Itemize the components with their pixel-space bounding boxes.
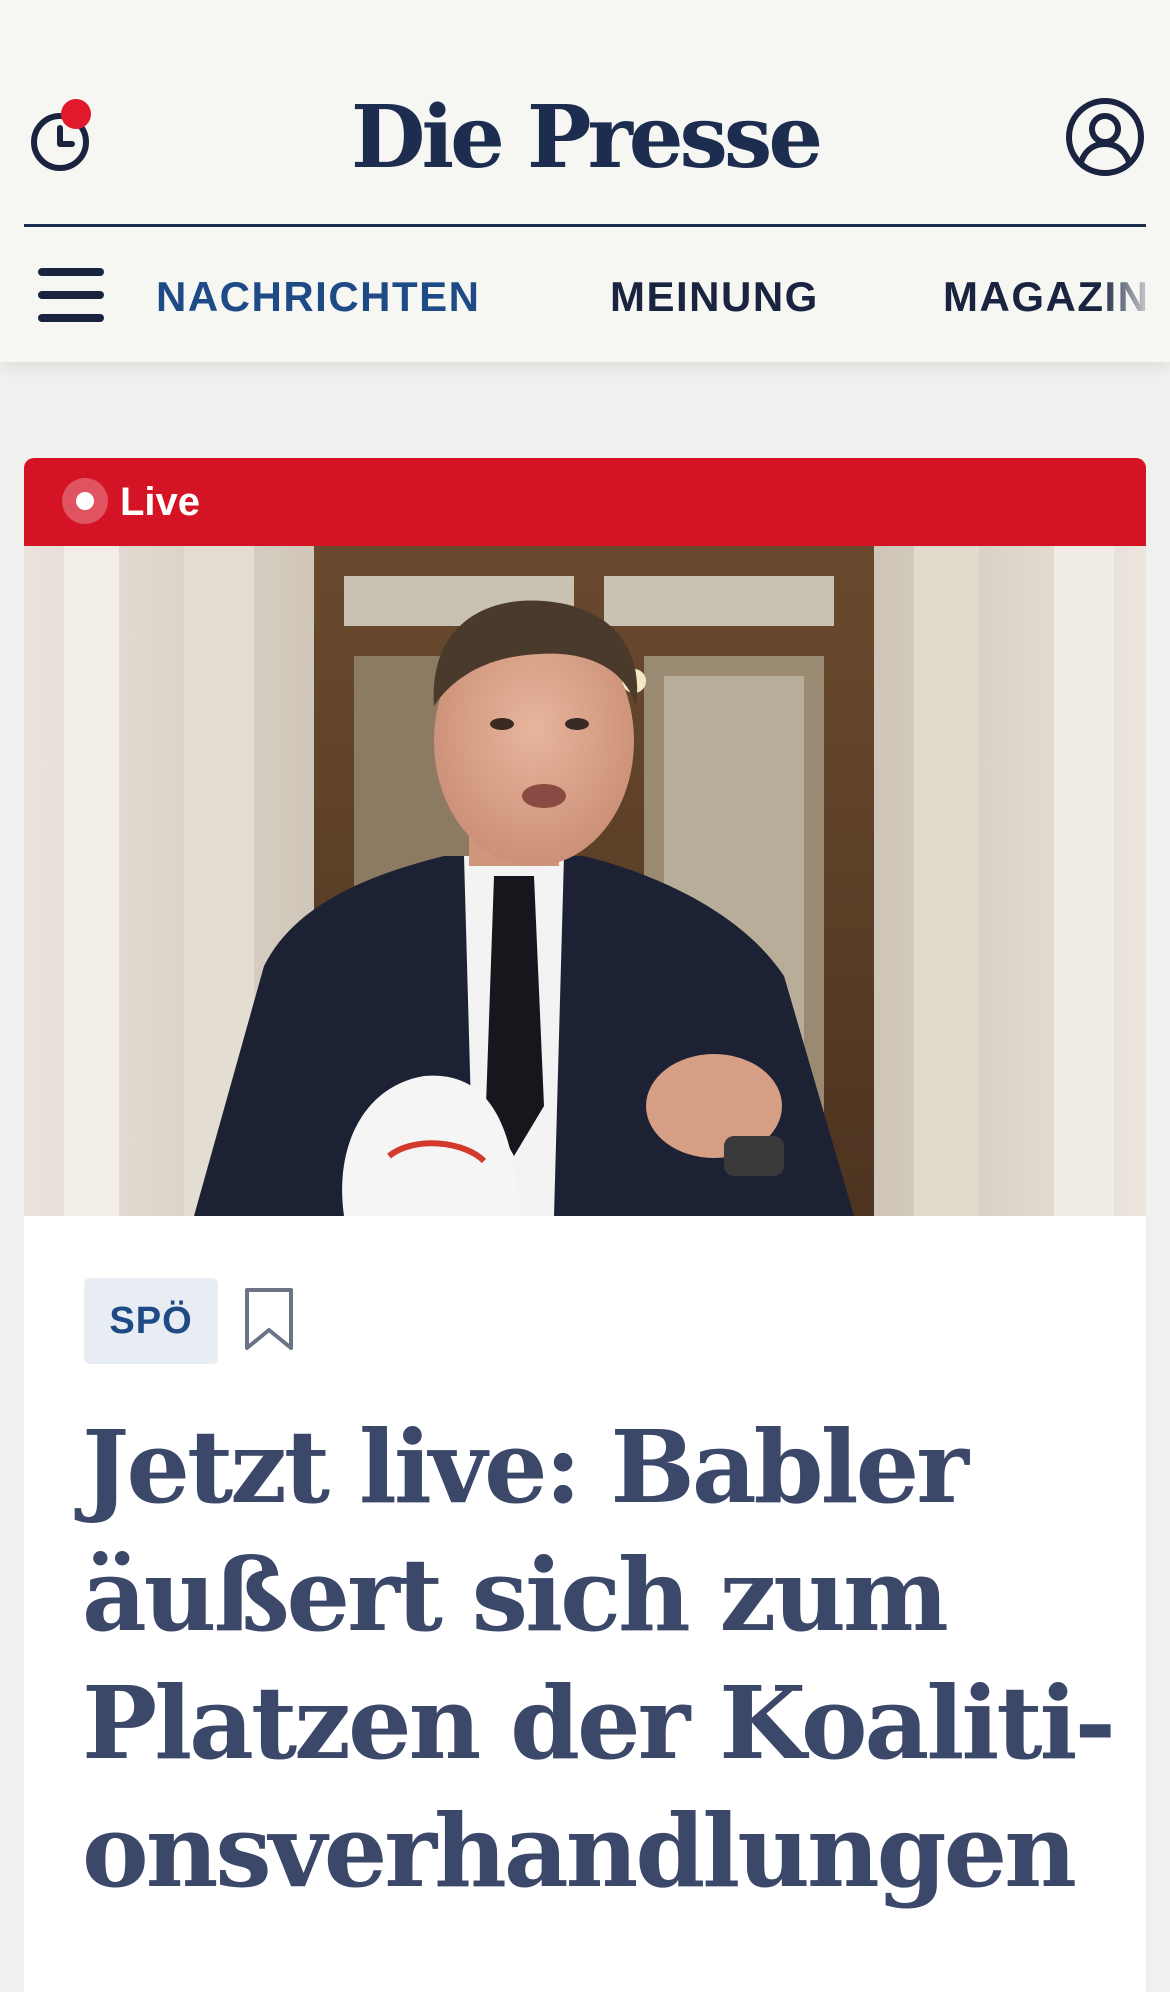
live-indicator-icon [62,478,108,524]
article-card[interactable]: Live SPÖ Jetzt live: Babler äußert sich … [24,458,1146,1992]
account-icon [1066,98,1144,176]
live-banner[interactable]: Live [24,458,1146,546]
nav-item-nachrichten[interactable]: NACHRICHTEN [156,273,481,321]
menu-icon [38,268,104,276]
main-navigation: NACHRICHTEN MEINUNG MAGAZIN [0,227,1170,362]
headline-line: onsverhandlungen [82,1792,1077,1910]
bookmark-icon [245,1288,293,1350]
article-headline[interactable]: Jetzt live: Babler äußert sich zum Platz… [82,1403,1116,1915]
account-button[interactable] [1064,96,1146,178]
live-label: Live [120,480,201,524]
nav-item-meinung[interactable]: MEINUNG [610,273,819,321]
article-hero-image[interactable] [24,546,1146,1216]
nav-scroll-fade [1100,227,1170,362]
site-header: Die Presse NACHRICHTEN MEINUNG MAGAZIN [0,0,1170,362]
topic-tag[interactable]: SPÖ [84,1278,218,1364]
headline-line: Jetzt live: Babler [82,1408,969,1526]
hero-photo [24,546,1146,1216]
headline-line: Platzen der Koaliti- [82,1664,1116,1782]
bookmark-button[interactable] [242,1286,296,1354]
menu-button[interactable] [38,268,106,322]
headline-line: äußert sich zum [82,1536,949,1654]
site-logo[interactable]: Die Presse [0,78,1170,198]
